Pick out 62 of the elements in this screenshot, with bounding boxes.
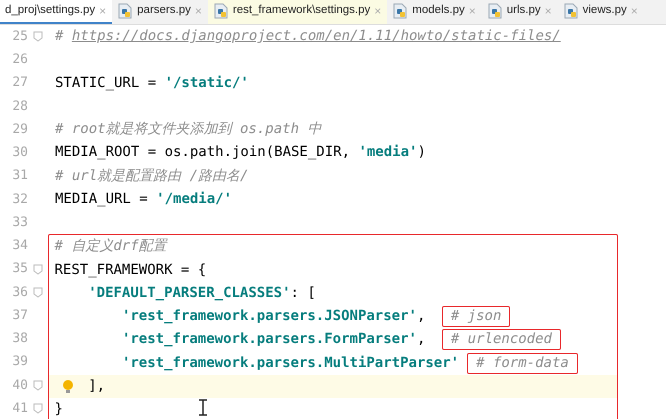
- close-icon[interactable]: ×: [194, 2, 202, 20]
- code-text: MEDIA_ROOT = os.path.join(BASE_DIR,: [55, 143, 352, 162]
- code-text: # root就是将文件夹添加到 os.path 中: [55, 120, 322, 140]
- line-number: 32: [11, 190, 28, 209]
- line-number: 38: [11, 330, 28, 348]
- line-number: 30: [11, 144, 28, 162]
- link-text[interactable]: https://docs.djangoproject.com/en/1.11/howto/static-files/: [72, 26, 561, 48]
- python-file-icon: [117, 3, 134, 19]
- code-text: 'rest_framework.parsers.MultiPartParser': [122, 354, 460, 373]
- code-text: ,: [416, 330, 426, 350]
- python-file-icon: [562, 3, 579, 19]
- code-text: 'rest_framework.parsers.JSONParser': [122, 307, 417, 326]
- close-icon[interactable]: ×: [468, 2, 476, 20]
- python-file-icon: [486, 3, 503, 19]
- code-text: # 自定义drf配置: [54, 237, 167, 256]
- fold-marker-icon: [33, 31, 43, 42]
- line-number: 31: [11, 167, 28, 186]
- code-text: MEDIA_URL =: [55, 190, 149, 209]
- code-text: # url就是配置路由 /路由名/: [55, 166, 248, 186]
- code-text: #: [55, 27, 64, 46]
- code-text: 'media': [358, 143, 418, 162]
- fold-marker-icon: [33, 403, 43, 414]
- line-number: 37: [11, 306, 28, 325]
- line-number: 33: [11, 214, 28, 232]
- code-text: ],: [88, 376, 106, 396]
- line-number: 29: [11, 120, 28, 139]
- code-text: : [: [290, 284, 316, 303]
- line-number: 36: [11, 284, 28, 302]
- code-text: '/media/': [156, 190, 232, 209]
- close-icon[interactable]: ×: [630, 2, 638, 20]
- annotated-comment: # form-data: [467, 352, 578, 374]
- code-text: }: [54, 400, 63, 419]
- python-file-icon: [392, 3, 408, 19]
- line-number: 26: [11, 51, 28, 70]
- code-text: REST_FRAMEWORK = {: [54, 260, 206, 280]
- code-text: STATIC_URL =: [55, 74, 158, 93]
- close-icon[interactable]: ×: [374, 2, 382, 20]
- close-icon[interactable]: ×: [99, 2, 106, 20]
- python-file-icon: [212, 3, 229, 19]
- code-text: ,: [416, 307, 426, 326]
- close-icon[interactable]: ×: [544, 2, 552, 20]
- text-cursor-icon: [198, 399, 208, 416]
- line-number: 27: [11, 74, 28, 92]
- line-number: 39: [11, 353, 28, 372]
- annotated-comment: # urlencoded: [442, 329, 561, 350]
- file-tab[interactable]: d_proj\settings.py ×: [0, 0, 112, 24]
- fold-marker-icon: [33, 286, 43, 298]
- fold-marker-icon: [33, 264, 43, 275]
- code-text: 'rest_framework.parsers.FormParser': [122, 330, 417, 350]
- code-text: 'DEFAULT_PARSER_CLASSES': [88, 284, 291, 303]
- line-number: 34: [11, 237, 28, 256]
- line-number: 35: [11, 260, 28, 278]
- file-tab[interactable]: rest_framework\settings.py ×: [208, 0, 388, 24]
- line-number: 40: [11, 376, 28, 395]
- line-number: 25: [11, 28, 28, 46]
- fold-marker-icon: [33, 380, 43, 391]
- annotated-comment: # json: [442, 306, 510, 328]
- code-text: '/static/': [164, 74, 249, 93]
- lightbulb-icon[interactable]: [62, 379, 74, 394]
- line-number: 41: [11, 400, 28, 418]
- line-number: 28: [11, 98, 28, 116]
- code-text: ): [417, 143, 426, 162]
